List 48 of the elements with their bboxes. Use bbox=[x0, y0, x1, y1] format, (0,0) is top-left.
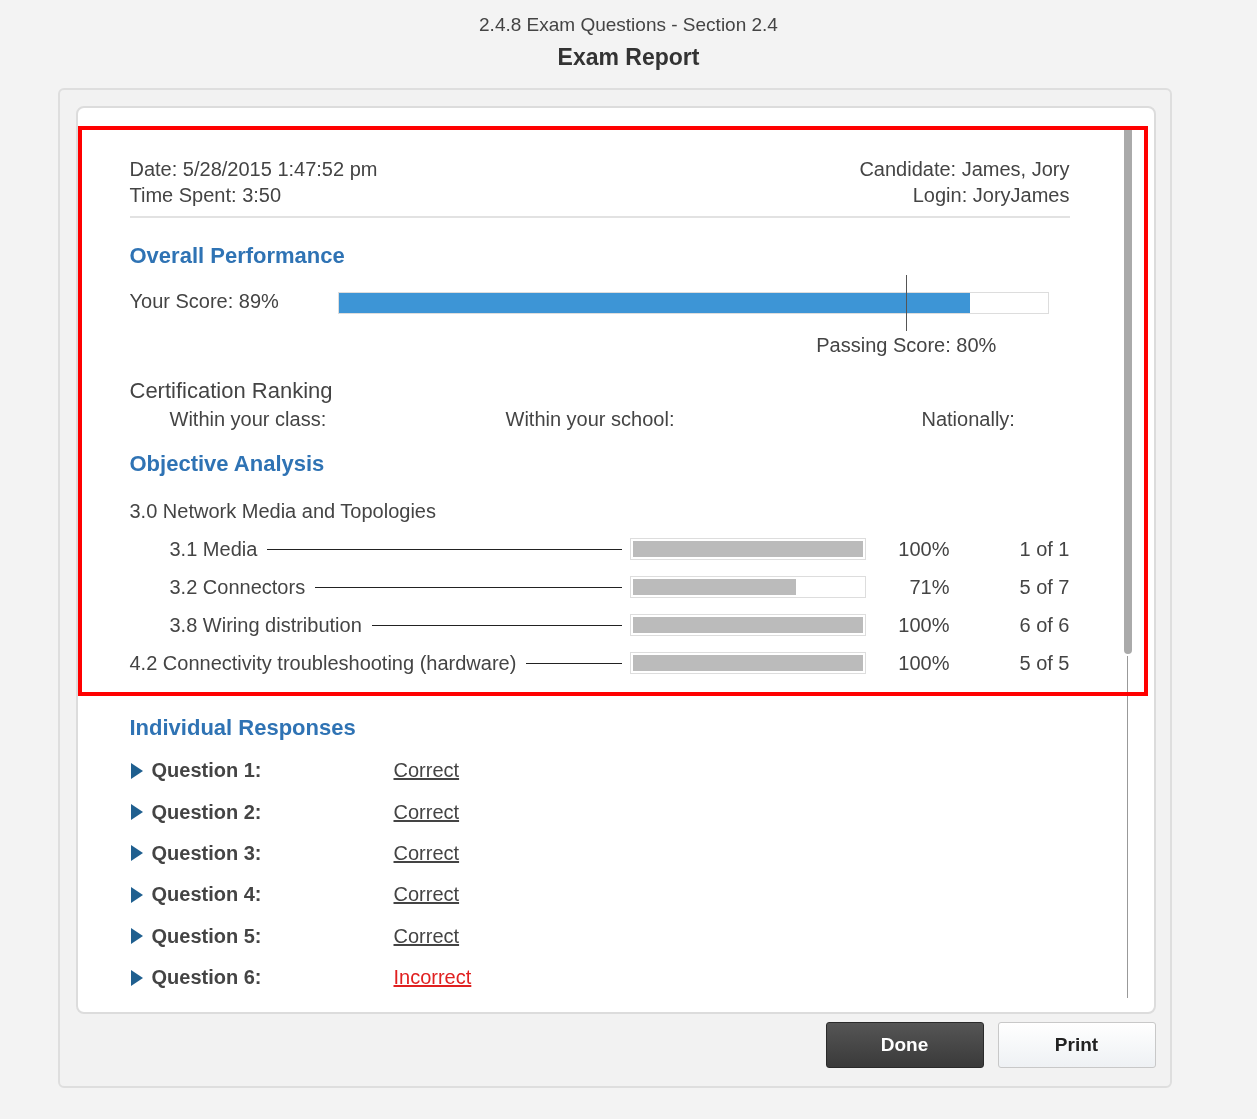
section-heading: Objective Analysis bbox=[129, 450, 326, 478]
objective-percent: 100% bbox=[897, 537, 950, 561]
section-heading: Overall Performance bbox=[129, 242, 346, 270]
result-link[interactable]: Correct bbox=[393, 924, 460, 948]
objective-label: 3.0 Network Media and Topologies bbox=[129, 499, 436, 524]
question-label: Question 4: bbox=[151, 883, 262, 907]
date-text: Date: 5/28/2015 1:47:52 pm bbox=[129, 157, 378, 182]
objective-count: 6 of 6 bbox=[1018, 613, 1070, 637]
section-heading: Individual Responses bbox=[129, 714, 357, 742]
score-label: Your Score: 89% bbox=[129, 290, 279, 313]
done-button[interactable]: Done bbox=[825, 1022, 984, 1068]
expand-triangle-icon[interactable] bbox=[129, 885, 144, 904]
page-subtitle: 2.4.8 Exam Questions - Section 2.4 bbox=[479, 13, 778, 37]
question-label: Question 2: bbox=[151, 800, 262, 824]
expand-triangle-icon[interactable] bbox=[129, 968, 144, 987]
question-label: Question 6: bbox=[151, 966, 262, 990]
objective-label: 3.2 Connectors bbox=[169, 575, 306, 600]
passing-score-label: Passing Score: 80% bbox=[816, 334, 997, 357]
expand-triangle-icon[interactable] bbox=[129, 761, 144, 780]
result-link[interactable]: Correct bbox=[393, 800, 460, 824]
ranking-label: Within your school: bbox=[505, 407, 676, 432]
objective-label: 3.1 Media bbox=[169, 537, 258, 562]
ranking-label: Nationally: bbox=[921, 407, 1016, 432]
ranking-title: Certification Ranking bbox=[129, 378, 334, 404]
candidate-text: Candidate: James, Jory bbox=[859, 157, 1070, 182]
objective-count: 5 of 5 bbox=[1018, 651, 1070, 675]
login-text: Login: JoryJames bbox=[912, 183, 1070, 208]
ranking-label: Within your class: bbox=[169, 407, 328, 432]
page-title: Exam Report bbox=[557, 43, 700, 72]
expand-triangle-icon[interactable] bbox=[129, 803, 144, 822]
objective-percent: 71% bbox=[908, 575, 950, 599]
result-link[interactable]: Correct bbox=[393, 841, 460, 865]
result-link[interactable]: Correct bbox=[393, 759, 460, 783]
objective-percent: 100% bbox=[897, 613, 950, 637]
expand-triangle-icon[interactable] bbox=[129, 844, 144, 863]
question-label: Question 1: bbox=[151, 759, 262, 783]
objective-count: 5 of 7 bbox=[1018, 575, 1070, 599]
objective-label: 4.2 Connectivity troubleshooting (hardware) bbox=[129, 651, 517, 676]
question-label: Question 3: bbox=[151, 841, 262, 865]
print-button[interactable]: Print bbox=[997, 1022, 1156, 1068]
objective-label: 3.8 Wiring distribution bbox=[169, 613, 362, 638]
objective-percent: 100% bbox=[897, 651, 950, 675]
result-link[interactable]: Correct bbox=[393, 883, 460, 907]
question-label: Question 5: bbox=[151, 924, 262, 948]
expand-triangle-icon[interactable] bbox=[129, 927, 144, 946]
result-link[interactable]: Incorrect bbox=[393, 966, 472, 990]
time-spent-text: Time Spent: 3:50 bbox=[129, 183, 282, 208]
objective-count: 1 of 1 bbox=[1018, 537, 1070, 561]
